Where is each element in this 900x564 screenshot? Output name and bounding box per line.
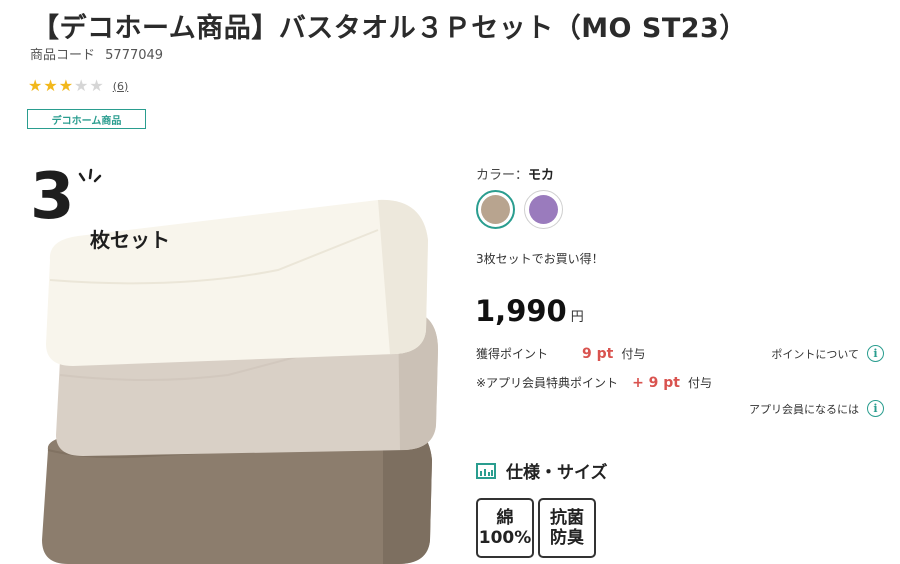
spec-heading: 仕様・サイズ [476,458,608,483]
spec-badge-cotton: 綿 100% [476,498,534,558]
star-empty-icon: ★ [89,76,104,95]
app-points-value: + 9 pt [632,374,680,391]
product-title: 【デコホーム商品】バスタオル３Ｐセット（MO ST23） [32,13,747,44]
spec-heading-text: 仕様・サイズ [506,463,608,483]
app-points-suffix: 付与 [688,376,713,390]
color-label: カラー：モカ [476,164,554,183]
info-icon: i [867,345,884,362]
spec-badge-line1: 抗菌 [550,507,584,528]
rating: ★ ★ ★ ★ ★ (6) [28,78,128,94]
info-icon: i [867,400,884,417]
color-swatch-mocha[interactable] [476,190,515,229]
price-value: 1,990 [475,294,567,328]
points-info-link[interactable]: ポイントについて i [771,345,884,362]
spec-badge-line1: 綿 [496,507,514,528]
product-image [42,199,438,564]
star-icon: ★ [43,76,58,95]
color-swatch-fill [529,195,558,224]
product-code-label: 商品コード [30,48,96,63]
app-member-link-text: アプリ会員になるには [749,402,859,416]
price-unit: 円 [570,310,584,325]
earn-points-suffix: 付与 [621,347,646,361]
color-label-prefix: カラー： [476,168,529,183]
selected-color-name: モカ [528,168,555,183]
spec-badge-line2: 100% [478,528,532,548]
earn-points-row: 獲得ポイント 9 pt 付与 [476,345,645,362]
product-code-value: 5777049 [105,48,164,63]
app-points-row: ※アプリ会員特典ポイント + 9 pt 付与 [476,374,712,391]
spec-badge-antibacterial: 抗菌 防臭 [538,498,596,558]
brand-tag: デコホーム商品 [27,109,146,129]
set-count-number: 3 [30,160,75,234]
star-icon: ★ [28,76,43,95]
app-member-info-link[interactable]: アプリ会員になるには i [749,400,884,417]
review-count-link[interactable]: (6) [113,80,129,93]
ruler-chart-icon [476,462,496,479]
set-count-text: 枚セット [90,228,170,252]
promo-text: 3枚セットでお買い得！ [476,252,604,266]
color-swatch-purple[interactable] [524,190,563,229]
product-code: 商品コード 5777049 [30,44,163,63]
earn-points-label: 獲得ポイント [476,347,549,361]
earn-points-value: 9 pt [582,345,614,362]
spec-badge-line2: 防臭 [550,528,584,548]
color-swatch-fill [481,195,510,224]
price: 1,990 円 [475,294,584,328]
points-info-link-text: ポイントについて [771,347,859,361]
star-icon: ★ [58,76,74,95]
sparkle-icon [78,168,102,183]
app-points-label: ※アプリ会員特典ポイント [476,376,619,390]
spec-badges: 綿 100% 抗菌 防臭 [476,498,600,558]
star-empty-icon: ★ [74,76,89,95]
